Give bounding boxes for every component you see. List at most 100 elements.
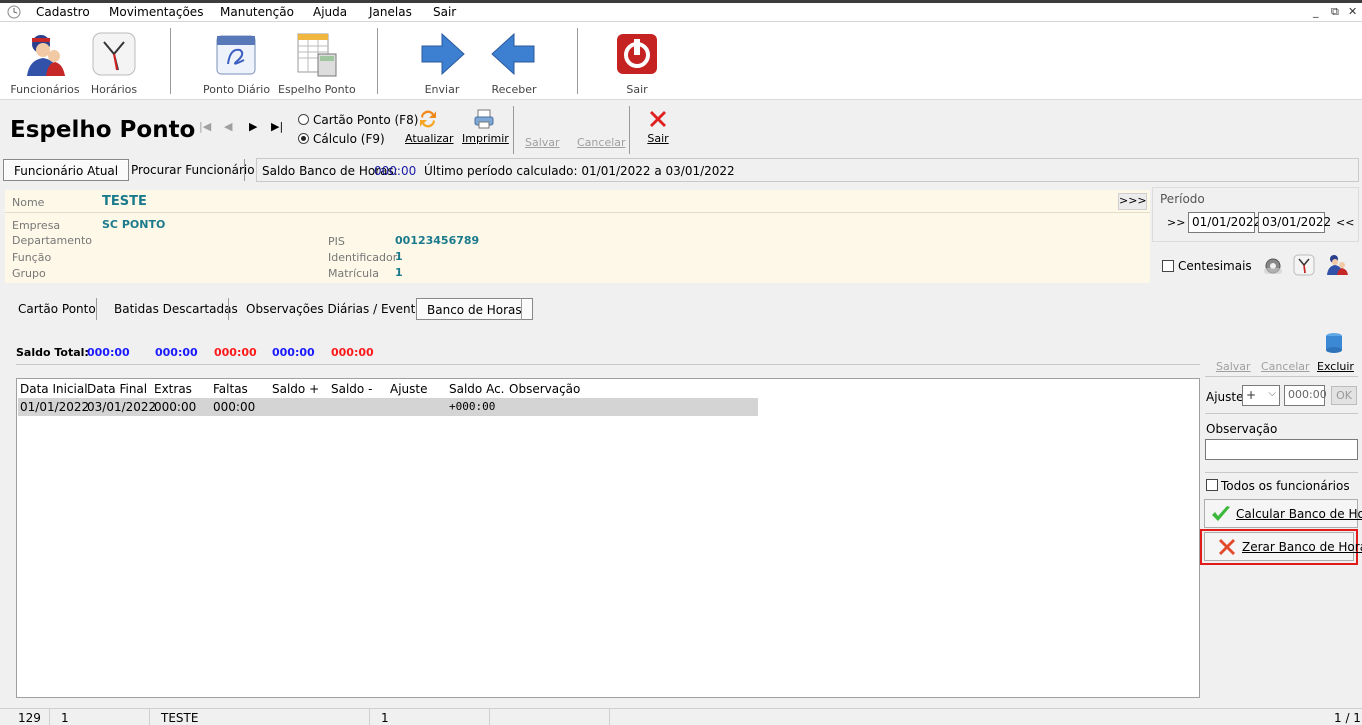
identificador-label: Identificador xyxy=(328,251,398,264)
calcular-banco-horas-button[interactable]: Calcular Banco de Horas xyxy=(1204,499,1362,528)
espelho-ponto-button[interactable]: Espelho Ponto xyxy=(278,22,356,100)
periodo-prev-button[interactable]: >> xyxy=(1167,216,1185,229)
horarios-button[interactable]: Horários xyxy=(84,22,144,100)
side-cancelar-button[interactable]: Cancelar xyxy=(1261,360,1310,373)
saldo-total-value: 000:00 xyxy=(214,346,257,359)
tab-batidas-descartadas[interactable]: Batidas Descartadas xyxy=(104,298,248,320)
ponto-diario-label: Ponto Diário xyxy=(203,83,271,96)
todos-funcionarios-checkbox[interactable] xyxy=(1206,479,1218,491)
periodo-start-input[interactable]: 01/01/2022 xyxy=(1188,212,1261,233)
calculo-radio[interactable] xyxy=(298,133,309,144)
table-cell: 01/01/2022 xyxy=(20,400,90,414)
menu-janelas[interactable]: Janelas xyxy=(369,5,412,19)
close-window-button[interactable]: ✕ xyxy=(1348,5,1357,18)
tab-funcionario-atual[interactable]: Funcionário Atual xyxy=(3,159,130,181)
status-count: 129 xyxy=(18,711,41,725)
receber-button[interactable]: Receber xyxy=(484,22,544,100)
column-header[interactable]: Saldo + xyxy=(272,382,319,396)
funcionarios-label: Funcionários xyxy=(10,83,80,96)
employees-small-icon[interactable] xyxy=(1325,252,1349,279)
tab-divider xyxy=(521,298,522,320)
column-header[interactable]: Observação xyxy=(509,382,580,396)
observacao-label: Observação xyxy=(1206,422,1278,436)
app-clock-icon[interactable] xyxy=(7,5,21,22)
centesimais-checkbox[interactable] xyxy=(1162,260,1174,272)
table-row[interactable]: 01/01/2022 03/01/2022 000:00 000:00 +000… xyxy=(18,398,758,416)
menu-cadastro[interactable]: Cadastro xyxy=(36,5,90,19)
imprimir-button[interactable]: Imprimir xyxy=(462,108,509,145)
funcionarios-button[interactable]: Funcionários xyxy=(10,22,80,100)
side-salvar-button[interactable]: Salvar xyxy=(1216,360,1251,373)
restore-button[interactable]: ⧉ xyxy=(1331,5,1339,19)
last-record-icon[interactable]: ▶| xyxy=(271,120,283,133)
side-divider xyxy=(1205,376,1358,377)
grupo-label: Grupo xyxy=(12,267,46,280)
strip-divider xyxy=(244,159,245,181)
more-details-button[interactable]: >>> xyxy=(1118,193,1147,210)
sair-page-button[interactable]: Sair xyxy=(643,108,673,145)
sair-toolbar-button[interactable]: Sair xyxy=(607,22,667,100)
status-employee: TESTE xyxy=(161,711,199,725)
column-header[interactable]: Extras xyxy=(154,382,192,396)
status-field: 1 xyxy=(381,711,389,725)
ajuste-sign-select[interactable]: + ⌵ xyxy=(1242,385,1280,406)
enviar-button[interactable]: Enviar xyxy=(412,22,472,100)
tab-observacoes[interactable]: Observações Diárias / Eventos xyxy=(236,298,439,320)
delete-db-icon xyxy=(1325,332,1343,357)
saldo-banco-value: 000:00 xyxy=(374,164,417,178)
status-separator xyxy=(489,709,490,725)
tab-divider xyxy=(96,298,97,320)
column-header[interactable]: Saldo Ac. xyxy=(449,382,505,396)
employee-icon xyxy=(21,30,69,78)
panel-divider xyxy=(5,212,1150,213)
cartao-ponto-radio[interactable] xyxy=(298,114,309,125)
column-header[interactable]: Data Final xyxy=(87,382,147,396)
ajuste-ok-button[interactable]: OK xyxy=(1331,386,1357,405)
table-cell: +000:00 xyxy=(449,400,496,413)
minimize-button[interactable]: _ xyxy=(1313,5,1319,18)
salvar-button[interactable]: Salvar xyxy=(525,136,560,149)
clock-small-icon[interactable] xyxy=(1293,254,1315,279)
prev-record-icon[interactable]: ◀ xyxy=(224,120,232,133)
table-cell: 000:00 xyxy=(213,400,256,414)
zerar-banco-horas-button[interactable]: Zerar Banco de Horas xyxy=(1204,532,1362,561)
table-cell: 03/01/2022 xyxy=(87,400,157,414)
column-header[interactable]: Ajuste xyxy=(390,382,428,396)
ajuste-time-input[interactable]: 000:00 xyxy=(1284,385,1327,406)
periodo-end-input[interactable]: 03/01/2022 xyxy=(1258,212,1331,233)
column-header[interactable]: Data Inicial xyxy=(20,382,88,396)
matricula-value: 1 xyxy=(395,266,403,279)
menu-movimentacoes[interactable]: Movimentações xyxy=(109,5,203,19)
settings-gear-icon[interactable] xyxy=(1262,254,1284,279)
receber-label: Receber xyxy=(491,83,537,96)
nome-label: Nome xyxy=(12,196,45,209)
ajuste-label: Ajuste xyxy=(1206,390,1244,404)
toolbar-divider xyxy=(377,28,378,94)
nome-value: TESTE xyxy=(102,194,147,209)
banco-horas-grid[interactable]: Data Inicial Data Final Extras Faltas Sa… xyxy=(16,378,1200,698)
side-excluir-button[interactable]: Excluir xyxy=(1317,360,1354,373)
tab-cartao-ponto[interactable]: Cartão Ponto xyxy=(8,298,106,320)
first-record-icon[interactable]: |◀ xyxy=(199,120,211,133)
tab-banco-de-horas[interactable]: Banco de Horas xyxy=(416,298,533,320)
column-header[interactable]: Faltas xyxy=(213,382,248,396)
pis-label: PIS xyxy=(328,235,345,248)
next-record-icon[interactable]: ▶ xyxy=(249,120,257,133)
observacao-input[interactable] xyxy=(1205,439,1358,460)
cancelar-button[interactable]: Cancelar xyxy=(577,136,626,149)
menu-manutencao[interactable]: Manutenção xyxy=(220,5,294,19)
horarios-label: Horários xyxy=(90,83,138,96)
table-cell: 000:00 xyxy=(154,400,197,414)
menu-sair[interactable]: Sair xyxy=(433,5,456,19)
departamento-label: Departamento xyxy=(12,234,93,247)
atualizar-button[interactable]: Atualizar xyxy=(405,108,454,145)
imprimir-label: Imprimir xyxy=(462,132,509,145)
tab-divider xyxy=(228,298,229,320)
menu-ajuda[interactable]: Ajuda xyxy=(313,5,347,19)
saldo-total-value: 000:00 xyxy=(87,346,130,359)
arrow-right-icon xyxy=(418,30,466,78)
saldo-total-value: 000:00 xyxy=(155,346,198,359)
periodo-next-button[interactable]: << xyxy=(1336,216,1354,229)
column-header[interactable]: Saldo - xyxy=(331,382,372,396)
ponto-diario-button[interactable]: Ponto Diário xyxy=(203,22,271,100)
